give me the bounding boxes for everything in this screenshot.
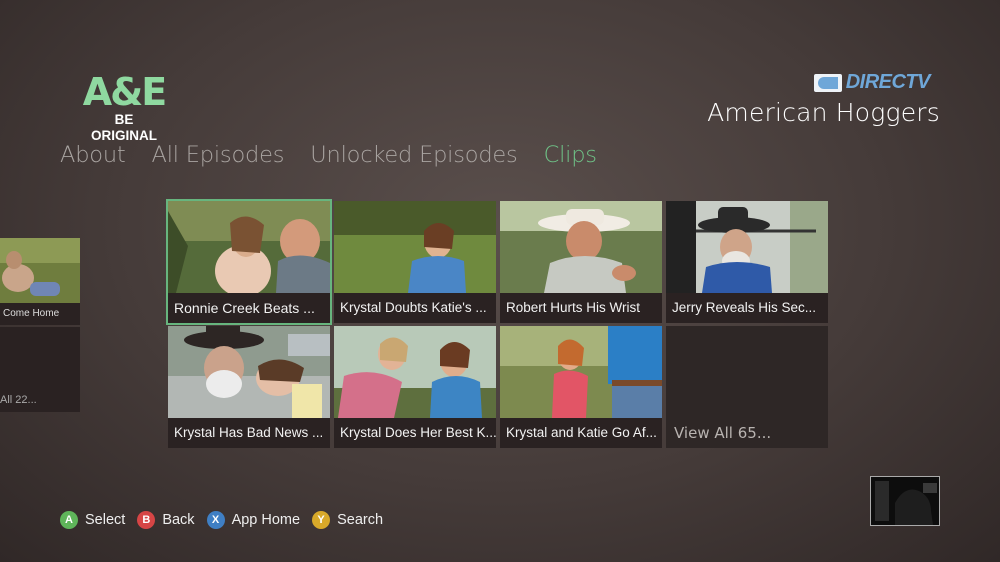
kinect-preview	[870, 476, 940, 526]
tab-all-episodes[interactable]: All Episodes	[152, 142, 285, 168]
x-button-icon: X	[206, 511, 225, 529]
clip-tile[interactable]: Krystal Does Her Best K...	[334, 326, 496, 448]
clip-title: Ronnie Creek Beats ...	[168, 293, 330, 323]
ae-logo: A&E BE ORIGINAL	[82, 70, 168, 143]
y-button-icon: Y	[312, 511, 331, 529]
b-button-icon: B	[137, 511, 156, 529]
hint-label: Back	[162, 512, 195, 528]
tab-unlocked-episodes[interactable]: Unlocked Episodes	[310, 142, 518, 168]
clip-tile[interactable]: Robert Hurts His Wrist	[500, 201, 662, 323]
previous-panel[interactable]: Come Home All 22...	[0, 238, 80, 412]
clip-thumbnail	[666, 201, 828, 293]
clip-thumbnail	[500, 326, 662, 418]
controller-hints: A Select B Back X App Home Y Search	[60, 511, 383, 529]
clip-tile[interactable]: Ronnie Creek Beats ...	[166, 199, 332, 325]
clip-tile[interactable]: Krystal and Katie Go Af...	[500, 326, 662, 448]
view-all-tile[interactable]: View All 65...	[666, 326, 828, 448]
clip-thumbnail	[168, 326, 330, 418]
clip-title: Krystal Has Bad News ...	[168, 418, 330, 448]
hint-label: Search	[337, 512, 384, 528]
tab-bar: About All Episodes Unlocked Episodes Cli…	[60, 142, 597, 168]
hint-label: App Home	[231, 512, 301, 528]
previous-more[interactable]: All 22...	[0, 327, 80, 412]
logo-tagline: BE ORIGINAL	[91, 112, 157, 143]
tab-clips[interactable]: Clips	[544, 142, 597, 168]
clip-thumbnail	[500, 201, 662, 293]
hint-label: Select	[85, 512, 126, 528]
previous-thumbnail	[0, 238, 80, 303]
clip-thumbnail	[334, 326, 496, 418]
clip-thumbnail	[334, 201, 496, 293]
clip-tile[interactable]: Krystal Doubts Katie's ...	[334, 201, 496, 323]
previous-caption: Come Home	[0, 303, 80, 325]
directv-icon	[813, 73, 842, 92]
hint-back[interactable]: B Back	[137, 511, 195, 529]
hint-search[interactable]: Y Search	[312, 511, 383, 529]
clip-title: Krystal and Katie Go Af...	[500, 418, 662, 448]
clip-tile[interactable]: Krystal Has Bad News ...	[168, 326, 330, 448]
clip-title: Krystal Does Her Best K...	[334, 418, 496, 448]
clip-title: Robert Hurts His Wrist	[500, 293, 662, 323]
clip-tile[interactable]: Jerry Reveals His Sec...	[666, 201, 828, 323]
tab-about[interactable]: About	[60, 142, 126, 168]
clip-title: Jerry Reveals His Sec...	[666, 293, 828, 323]
previous-more-label: All 22...	[0, 394, 37, 406]
logo-main: A&E	[82, 70, 168, 114]
clip-title: Krystal Doubts Katie's ...	[334, 293, 496, 323]
hint-select[interactable]: A Select	[60, 511, 125, 529]
provider-logo: DIRECTV	[813, 71, 931, 94]
clip-thumbnail	[168, 201, 330, 293]
view-all-label: View All 65...	[674, 424, 772, 442]
hint-app-home[interactable]: X App Home	[206, 511, 301, 529]
provider-name: DIRECTV	[845, 71, 931, 93]
show-title: American Hoggers	[707, 98, 940, 127]
a-button-icon: A	[60, 511, 78, 529]
